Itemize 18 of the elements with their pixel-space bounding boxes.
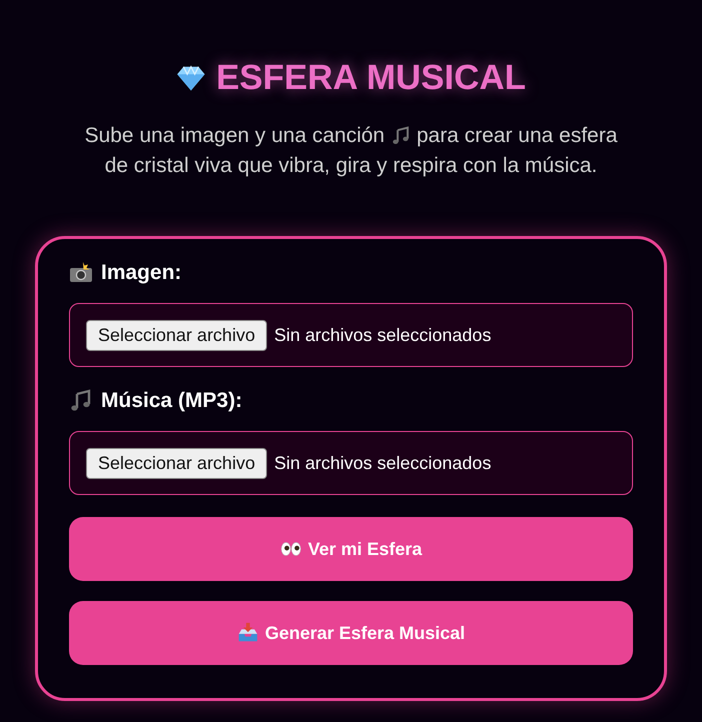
description-text: para crear una esfera <box>416 124 618 148</box>
choose-file-button[interactable]: Seleccionar archivo <box>86 448 268 478</box>
description-text: de cristal viva que vibra, gira y respira con la música. <box>104 154 598 178</box>
app-title: ESFERA MUSICAL <box>216 58 526 98</box>
field-label: Imagen: <box>101 261 182 285</box>
choose-file-button[interactable]: Seleccionar archivo <box>86 320 268 350</box>
music-note-icon <box>69 389 93 413</box>
music-note-icon <box>390 126 411 146</box>
file-input[interactable]: Seleccionar archivo Sin archivos seleccionados <box>69 431 633 495</box>
file-input[interactable]: Seleccionar archivo Sin archivos seleccionados <box>69 303 633 367</box>
inbox-tray-icon <box>236 622 259 644</box>
action-button[interactable]: Generar Esfera Musical <box>69 601 633 665</box>
camera-icon <box>69 261 93 285</box>
file-status: Sin archivos seleccionados <box>274 324 492 346</box>
field-label: Música (MP3): <box>101 389 242 413</box>
action-button[interactable]: Ver mi Esfera <box>69 517 633 581</box>
file-status: Sin archivos seleccionados <box>274 452 492 474</box>
description-text: Sube una imagen y una canción <box>84 124 385 148</box>
